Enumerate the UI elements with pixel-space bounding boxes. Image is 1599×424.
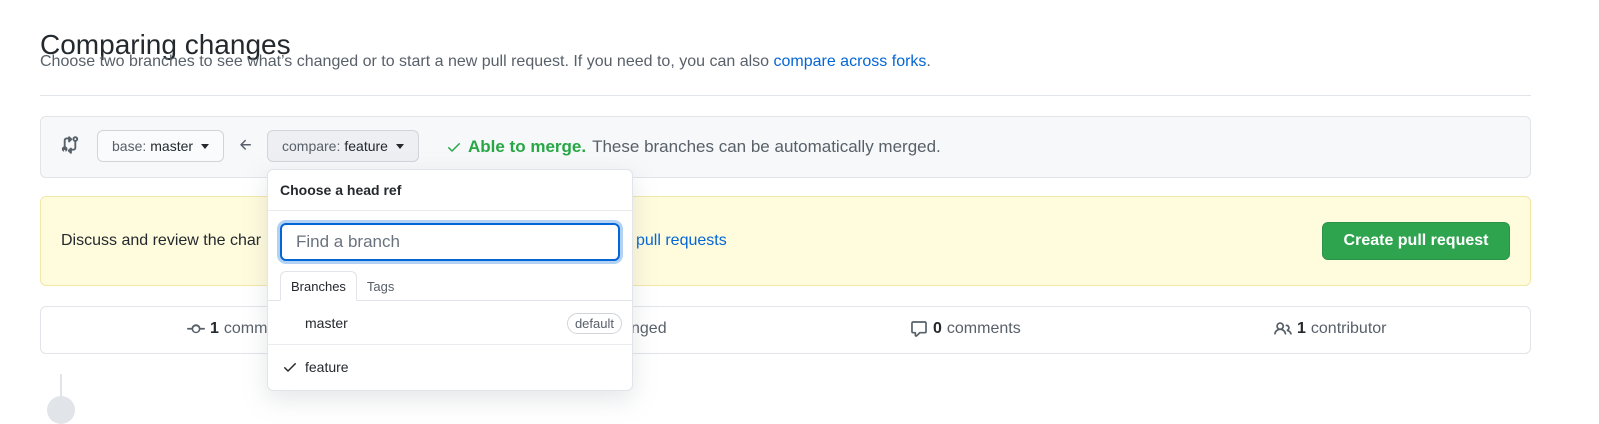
compare-ref: feature [344, 138, 388, 154]
comments-count: 0 [933, 320, 942, 337]
create-pull-request-button[interactable]: Create pull request [1322, 222, 1510, 260]
subtitle-text: Choose two branches to see what’s change… [40, 53, 774, 70]
default-badge: default [566, 313, 622, 334]
commits-label: comm [223, 320, 268, 337]
compare-across-forks-link[interactable]: compare across forks [773, 53, 926, 70]
check-icon [448, 143, 460, 152]
merge-detail-text: These branches can be automatically merg… [592, 137, 941, 156]
subtitle-end: . [926, 53, 931, 70]
branch-item-master[interactable]: master default [268, 301, 632, 345]
comment-icon [911, 321, 927, 337]
dropdown-header: Choose a head ref [268, 170, 632, 211]
merge-status: Able to merge. These branches can be aut… [446, 137, 941, 157]
files-changed-stat[interactable]: nged [631, 320, 667, 338]
range-editor: base: master compare: feature Able to me… [40, 116, 1531, 178]
head-ref-dropdown: Choose a head ref Branches Tags master d… [267, 169, 633, 391]
contributors-stat[interactable]: 1 contributor [1274, 320, 1387, 338]
comments-stat[interactable]: 0 comments [910, 320, 1021, 338]
check-icon [284, 363, 296, 372]
compare-prefix: compare: [282, 138, 341, 154]
comments-label: comments [946, 320, 1021, 337]
flash-text: Discuss and review the char [61, 232, 262, 249]
base-ref: master [150, 138, 194, 154]
base-branch-button[interactable]: base: master [97, 130, 225, 162]
dropdown-tabs: Branches Tags [268, 271, 632, 301]
files-label: nged [631, 320, 667, 337]
branch-name: feature [305, 359, 349, 375]
branch-item-feature[interactable]: feature [268, 345, 632, 389]
branch-name: master [305, 314, 348, 331]
base-prefix: base: [112, 138, 147, 154]
branch-search-input[interactable] [280, 223, 620, 261]
compare-stats-bar: 1 comm nged 0 comments 1 contributor [40, 306, 1531, 354]
git-compare-icon [61, 136, 79, 154]
tab-branches[interactable]: Branches [280, 271, 357, 301]
pull-requests-link[interactable]: pull requests [636, 232, 727, 250]
arrow-left-icon [240, 139, 251, 150]
contributors-count: 1 [1297, 320, 1306, 337]
people-icon [1274, 322, 1292, 335]
dropdown-filter [268, 211, 632, 271]
discuss-flash: Discuss and review the char pull request… [40, 196, 1531, 286]
compare-branch-button[interactable]: compare: feature [267, 130, 419, 162]
merge-ok-text: Able to merge. [468, 137, 587, 156]
contributors-label: contributor [1310, 320, 1387, 337]
header-divider [40, 95, 1531, 96]
caret-down-icon [395, 143, 404, 149]
caret-down-icon [201, 143, 210, 149]
tab-tags[interactable]: Tags [357, 272, 404, 300]
commits-stat[interactable]: 1 comm [187, 320, 267, 338]
commits-count: 1 [210, 320, 219, 337]
timeline-badge [47, 396, 75, 424]
commit-icon [187, 324, 205, 334]
page-subtitle: Choose two branches to see what’s change… [40, 53, 931, 71]
